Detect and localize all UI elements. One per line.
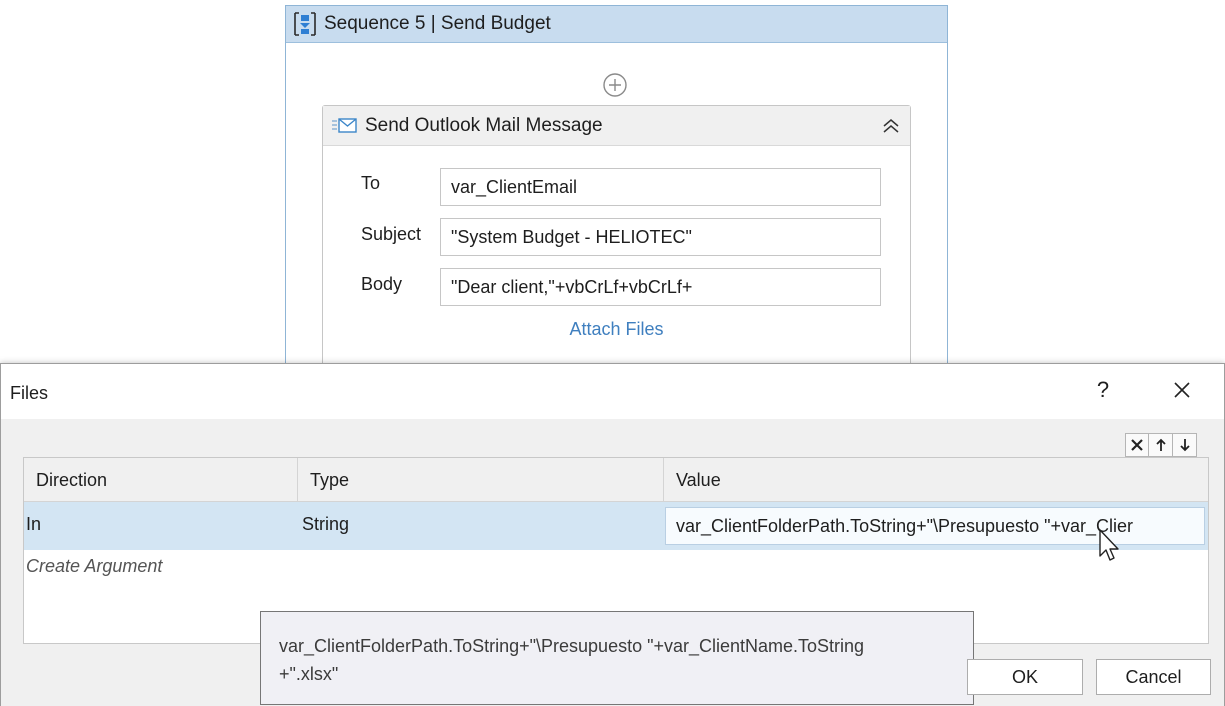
column-value[interactable]: Value: [664, 458, 1209, 502]
direction-cell[interactable]: In: [24, 502, 298, 550]
dialog-titlebar: Files ?: [1, 364, 1224, 419]
move-up-button[interactable]: [1149, 433, 1173, 457]
dialog-title: Files: [10, 383, 49, 403]
activity-title: Send Outlook Mail Message: [365, 114, 603, 136]
sequence-container[interactable]: Sequence 5 | Send Budget Send Outlook Ma…: [285, 5, 948, 375]
move-down-button[interactable]: [1173, 433, 1197, 457]
delete-icon: [1131, 439, 1143, 451]
activity-header[interactable]: Send Outlook Mail Message: [323, 106, 910, 146]
files-dialog: Files ? Direction Type Value In String v…: [0, 363, 1225, 706]
value-tooltip: var_ClientFolderPath.ToString+"\Presupue…: [260, 611, 974, 705]
column-type[interactable]: Type: [298, 458, 664, 502]
close-icon[interactable]: [1169, 377, 1195, 403]
tooltip-line-1: var_ClientFolderPath.ToString+"\Presupue…: [279, 636, 865, 656]
subject-field[interactable]: "System Budget - HELIOTEC": [440, 218, 881, 256]
cancel-button[interactable]: Cancel: [1096, 659, 1211, 695]
arrow-up-icon: [1155, 438, 1166, 451]
dialog-body: Direction Type Value In String var_Clien…: [1, 419, 1224, 706]
outlook-mail-icon: [332, 117, 357, 133]
sequence-icon: [292, 11, 318, 37]
type-cell[interactable]: String: [300, 502, 660, 550]
attach-files-link[interactable]: Attach Files: [323, 319, 910, 340]
body-field[interactable]: "Dear client,"+vbCrLf+vbCrLf+: [440, 268, 881, 306]
table-row[interactable]: In String var_ClientFolderPath.ToString+…: [24, 502, 1208, 550]
create-argument-link[interactable]: Create Argument: [26, 556, 162, 577]
grid-toolbar: [1125, 433, 1197, 457]
tooltip-line-2: +".xlsx": [279, 664, 339, 684]
add-activity-icon[interactable]: [602, 72, 628, 98]
column-direction[interactable]: Direction: [24, 458, 298, 502]
sequence-title: Sequence 5 | Send Budget: [324, 13, 551, 34]
subject-label: Subject: [361, 224, 422, 244]
send-outlook-mail-activity[interactable]: Send Outlook Mail Message To var_ClientE…: [322, 105, 911, 367]
to-label: To: [361, 173, 381, 193]
ok-button[interactable]: OK: [967, 659, 1083, 695]
mouse-pointer-icon: [1099, 529, 1119, 561]
grid-header: Direction Type Value: [24, 458, 1208, 502]
help-button[interactable]: ?: [1091, 377, 1115, 403]
body-label: Body: [361, 274, 403, 294]
arrow-down-icon: [1179, 439, 1190, 452]
sequence-header[interactable]: Sequence 5 | Send Budget: [286, 6, 947, 43]
to-field[interactable]: var_ClientEmail: [440, 168, 881, 206]
collapse-icon[interactable]: [880, 115, 902, 137]
delete-row-button[interactable]: [1125, 433, 1149, 457]
value-input[interactable]: var_ClientFolderPath.ToString+"\Presupue…: [665, 507, 1205, 545]
